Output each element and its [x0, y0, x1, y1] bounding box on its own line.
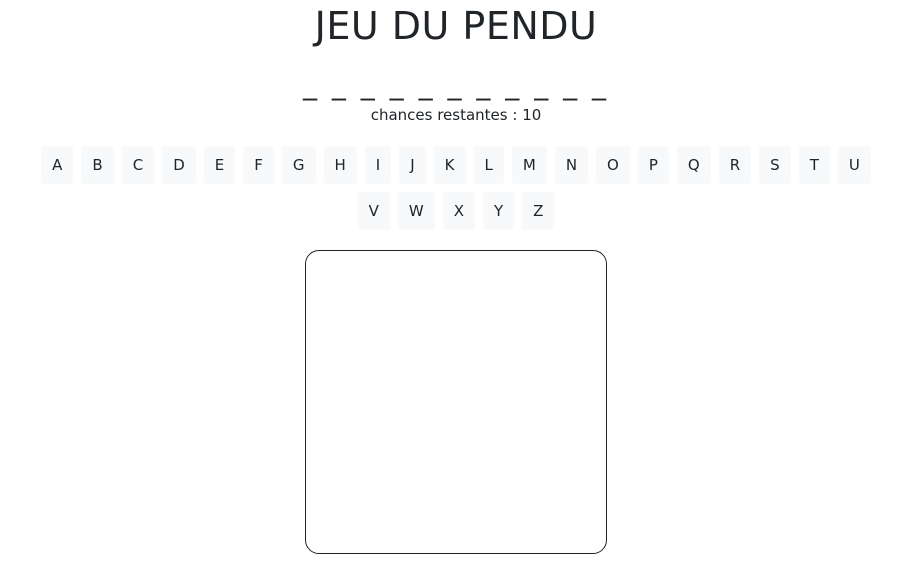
letter-button-n[interactable]: N	[554, 146, 589, 184]
letter-button-c[interactable]: C	[121, 146, 155, 184]
letter-button-z[interactable]: Z	[522, 192, 555, 230]
letter-button-f[interactable]: F	[243, 146, 274, 184]
letter-button-u[interactable]: U	[837, 146, 871, 184]
letter-button-h[interactable]: H	[323, 146, 357, 184]
letter-button-d[interactable]: D	[162, 146, 196, 184]
letter-button-q[interactable]: Q	[676, 146, 711, 184]
letter-button-i[interactable]: I	[364, 146, 392, 184]
letter-button-r[interactable]: R	[718, 146, 752, 184]
letter-button-j[interactable]: J	[399, 146, 426, 184]
hangman-drawing-area	[305, 250, 607, 554]
letter-button-b[interactable]: B	[81, 146, 114, 184]
letter-button-k[interactable]: K	[433, 146, 466, 184]
letter-button-y[interactable]: Y	[482, 192, 515, 230]
letter-button-v[interactable]: V	[357, 192, 390, 230]
letter-button-e[interactable]: E	[203, 146, 236, 184]
letter-button-g[interactable]: G	[281, 146, 316, 184]
letter-keyboard: A B C D E F G H I J K L M N O P Q R S T …	[20, 146, 892, 230]
letter-button-a[interactable]: A	[41, 146, 74, 184]
remaining-chances: chances restantes : 10	[370, 106, 542, 124]
hidden-word: _ _ _ _ _ _ _ _ _ _ _	[302, 68, 609, 101]
hangman-page: JEU DU PENDU _ _ _ _ _ _ _ _ _ _ _ chanc…	[0, 0, 912, 584]
letter-button-w[interactable]: W	[397, 192, 435, 230]
letter-button-t[interactable]: T	[798, 146, 830, 184]
letter-button-o[interactable]: O	[596, 146, 630, 184]
letter-button-x[interactable]: X	[442, 192, 475, 230]
letter-button-s[interactable]: S	[759, 146, 791, 184]
letter-button-p[interactable]: P	[637, 146, 669, 184]
page-title: JEU DU PENDU	[314, 4, 598, 48]
letter-button-l[interactable]: L	[473, 146, 504, 184]
letter-button-m[interactable]: M	[511, 146, 547, 184]
